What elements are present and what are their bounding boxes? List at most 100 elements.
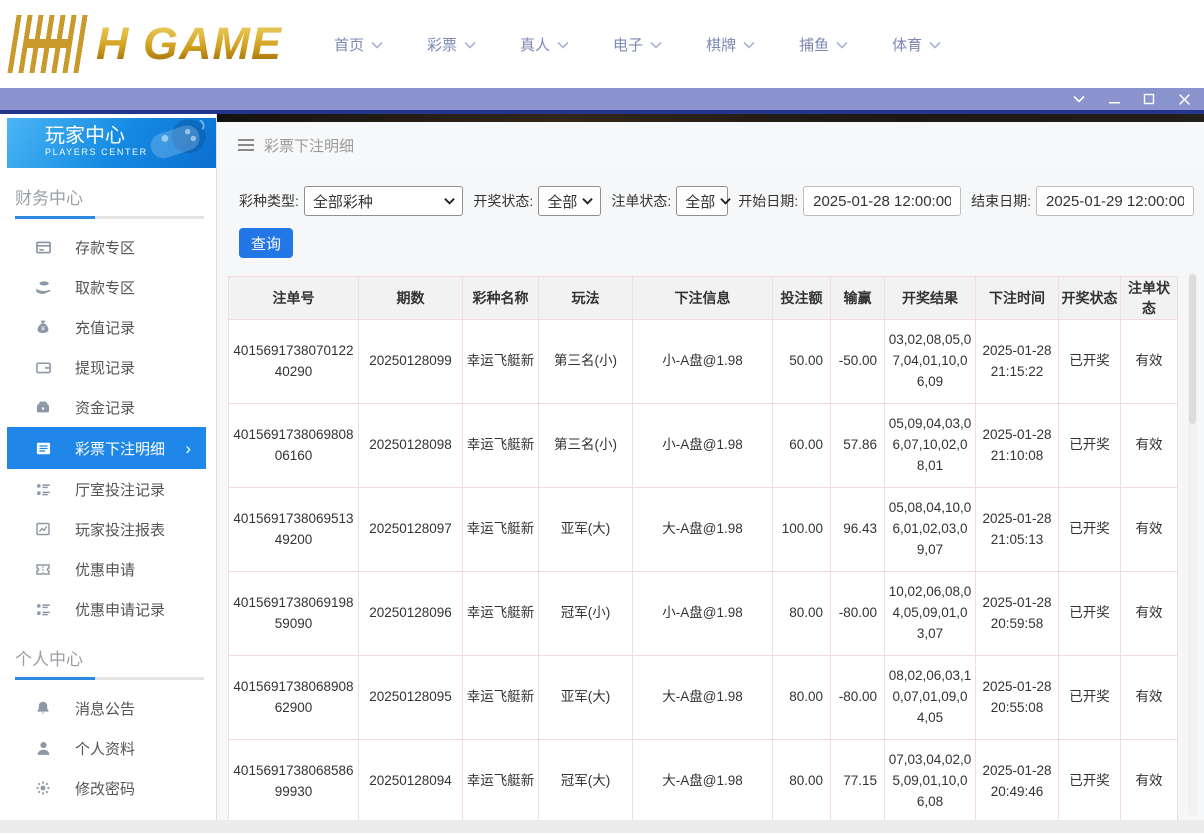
sidebar-item-label: 资金记录 [75, 397, 135, 418]
nav-item-label: 彩票 [427, 34, 457, 55]
nav-item-label: 电子 [613, 34, 643, 55]
nav-item-1[interactable]: 首页 [334, 34, 383, 55]
sidebar-menu: 财务中心存款专区取款专区 ¥充值记录提现记录资金记录彩票下注明细›厅室投注记录玩家… [7, 184, 216, 820]
order-status-value: 全部 [685, 191, 715, 212]
sidebar-item-withdraw-zone[interactable]: 取款专区 [7, 267, 216, 307]
column-header: 玩法 [539, 277, 633, 320]
table-cell: -50.00 [831, 320, 885, 404]
section-underline [15, 216, 204, 219]
sidebar-item-player-bet-report[interactable]: 玩家投注报表 [7, 509, 216, 549]
bet-table: 注单号期数彩种名称玩法下注信息投注额输赢开奖结果下注时间开奖状态注单状态 401… [228, 276, 1178, 820]
sidebar-item-promo-apply-records[interactable]: 优惠申请记录 [7, 589, 216, 629]
start-date-input[interactable] [803, 186, 961, 216]
minimize-icon [1108, 93, 1121, 106]
top-nav: 首页 彩票 真人 电子 棋牌 捕鱼 体育 [334, 34, 941, 55]
sidebar-item-label: 取款专区 [75, 277, 135, 298]
draw-status-select[interactable]: 全部 [538, 186, 601, 216]
table-cell: 幸运飞艇新 [463, 404, 539, 488]
menu-icon[interactable] [237, 138, 255, 152]
table-cell: 401569173807012240290 [229, 320, 359, 404]
column-header: 下注时间 [976, 277, 1059, 320]
table-cell: 2025-01-28 20:49:46 [976, 740, 1059, 821]
nav-item-6[interactable]: 捕鱼 [799, 34, 848, 55]
sidebar-item-lottery-bet-details[interactable]: 彩票下注明细› [7, 427, 206, 469]
table-cell: 50.00 [773, 320, 831, 404]
search-button[interactable]: 查询 [239, 228, 293, 258]
table-row: 40156917380685869993020250128094幸运飞艇新冠军(… [229, 740, 1178, 821]
table-cell: 2025-01-28 21:15:22 [976, 320, 1059, 404]
sidebar-header: 玩家中心 PLAYERS CENTER [7, 118, 216, 168]
sidebar-subtitle: PLAYERS CENTER [45, 147, 216, 157]
end-date-input[interactable] [1036, 186, 1194, 216]
main-top-banner [217, 114, 1204, 122]
table-cell: 大-A盘@1.98 [633, 740, 773, 821]
nav-item-7[interactable]: 体育 [892, 34, 941, 55]
table-cell: 80.00 [773, 740, 831, 821]
sidebar-section-label: 个人中心 [15, 645, 216, 670]
table-cell: 第三名(小) [539, 404, 633, 488]
sidebar-item-label: 优惠申请记录 [75, 599, 165, 620]
sidebar-item-withdraw-records[interactable]: 提现记录 [7, 347, 216, 387]
window-minimize-button[interactable] [1104, 90, 1124, 108]
table-cell: 96.43 [831, 488, 885, 572]
table-cell: 有效 [1121, 404, 1178, 488]
table-header-row: 注单号期数彩种名称玩法下注信息投注额输赢开奖结果下注时间开奖状态注单状态 [229, 277, 1178, 320]
table-cell: -80.00 [831, 572, 885, 656]
window-dropdown-button[interactable] [1069, 90, 1089, 108]
column-header: 彩种名称 [463, 277, 539, 320]
sidebar-item-label: 彩票下注明细 [75, 438, 165, 459]
section-underline [15, 677, 204, 680]
order-status-select[interactable]: 全部 [676, 186, 728, 216]
bell-icon [34, 699, 52, 717]
table-cell: 10,02,06,08,04,05,09,01,03,07 [885, 572, 976, 656]
table-cell: 已开奖 [1059, 656, 1121, 740]
nav-item-label: 棋牌 [706, 34, 736, 55]
sidebar-item-label: 修改密码 [75, 778, 135, 799]
table-cell: 07,03,04,02,05,09,01,10,06,08 [885, 740, 976, 821]
table-row: 40156917380689086290020250128095幸运飞艇新亚军(… [229, 656, 1178, 740]
table-cell: 已开奖 [1059, 404, 1121, 488]
lottery-type-select[interactable]: 全部彩种 [304, 186, 464, 216]
chevron-down-icon [464, 41, 476, 49]
table-cell: 小-A盘@1.98 [633, 320, 773, 404]
column-header: 开奖状态 [1059, 277, 1121, 320]
sidebar-item-recharge-records[interactable]: ¥充值记录 [7, 307, 216, 347]
window-close-button[interactable] [1174, 90, 1194, 108]
nav-item-label: 首页 [334, 34, 364, 55]
table-cell: 05,08,04,10,06,01,02,03,09,07 [885, 488, 976, 572]
column-header: 期数 [359, 277, 463, 320]
vertical-scrollbar[interactable] [1188, 272, 1197, 816]
sidebar-item-label: 充值记录 [75, 317, 135, 338]
nav-item-5[interactable]: 棋牌 [706, 34, 755, 55]
table-cell: 2025-01-28 21:10:08 [976, 404, 1059, 488]
breadcrumb: 彩票下注明细 [217, 122, 1204, 168]
sidebar-item-change-password[interactable]: 修改密码 [7, 768, 216, 808]
column-header: 开奖结果 [885, 277, 976, 320]
sidebar-item-hall-bet-records[interactable]: 厅室投注记录 [7, 469, 216, 509]
table-cell: 20250128096 [359, 572, 463, 656]
report-icon [34, 520, 52, 538]
sidebar-item-promo-apply[interactable]: 优惠申请 [7, 549, 216, 589]
chevron-down-icon [743, 41, 755, 49]
table-cell: 401569173806890862900 [229, 656, 359, 740]
sidebar-section-label: 财务中心 [15, 184, 216, 209]
sidebar-item-profile[interactable]: 个人资料 [7, 728, 216, 768]
nav-item-3[interactable]: 真人 [520, 34, 569, 55]
table-cell: 05,09,04,03,06,07,10,02,08,01 [885, 404, 976, 488]
table-cell: 幸运飞艇新 [463, 740, 539, 821]
table-cell: 60.00 [773, 404, 831, 488]
scrollbar-thumb[interactable] [1189, 274, 1196, 424]
nav-item-2[interactable]: 彩票 [427, 34, 476, 55]
window-maximize-button[interactable] [1139, 90, 1159, 108]
table-cell: 已开奖 [1059, 320, 1121, 404]
column-header: 注单状态 [1121, 277, 1178, 320]
wallet-icon [34, 358, 52, 376]
filter-bar: 彩种类型: 全部彩种 开奖状态: 全部 注单状态: 全部 开始日期: 结束日期: [217, 168, 1204, 216]
table-row: 40156917380701224029020250128099幸运飞艇新第三名… [229, 320, 1178, 404]
nav-item-4[interactable]: 电子 [613, 34, 662, 55]
main-area: 彩票下注明细 彩种类型: 全部彩种 开奖状态: 全部 注单状态: 全部 [217, 114, 1204, 820]
sidebar-item-funds-records[interactable]: 资金记录 [7, 387, 216, 427]
sidebar-item-deposit-zone[interactable]: 存款专区 [7, 227, 216, 267]
sidebar-item-announcements[interactable]: 消息公告 [7, 688, 216, 728]
gamepad-icon [134, 118, 214, 168]
